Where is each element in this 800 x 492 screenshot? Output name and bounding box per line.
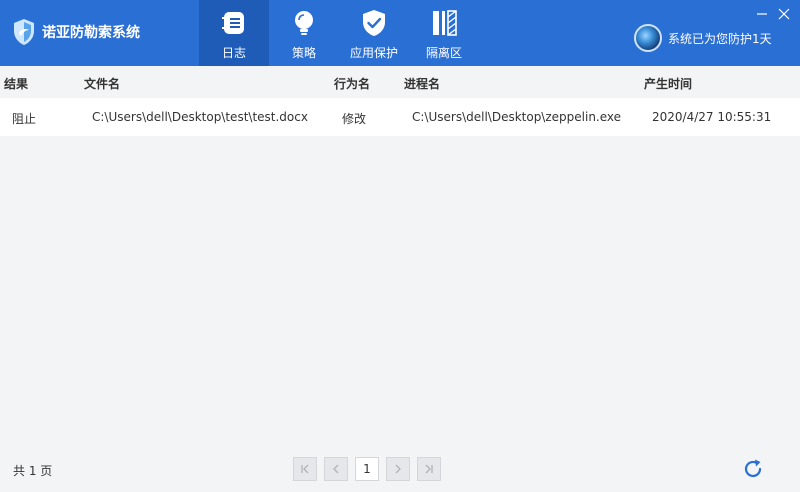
app-title: 诺亚防勒索系统	[42, 25, 140, 41]
next-page-button[interactable]	[386, 457, 410, 481]
nav-item-log[interactable]: 日志	[199, 0, 269, 66]
minimize-icon[interactable]	[756, 8, 768, 20]
cell-result: 阻止	[12, 112, 37, 126]
last-page-button[interactable]	[417, 457, 441, 481]
lightbulb-icon	[295, 11, 313, 35]
protection-status: 系统已为您防护1天	[634, 24, 772, 52]
main-nav: 日志 策略 应用保护 隔离区	[199, 0, 479, 66]
cell-action: 修改	[342, 112, 367, 126]
column-header-process[interactable]: 进程名	[404, 75, 440, 92]
pagination: 1	[293, 457, 441, 481]
column-header-result[interactable]: 结果	[4, 75, 28, 92]
window-controls	[756, 8, 790, 20]
nav-label-policy: 策略	[291, 46, 316, 60]
nav-label-app-protect: 应用保护	[349, 46, 398, 60]
nav-item-app-protect[interactable]: 应用保护	[339, 0, 409, 66]
nav-label-log: 日志	[221, 46, 246, 60]
nav-item-quarantine[interactable]: 隔离区	[409, 0, 479, 66]
avatar[interactable]	[634, 24, 662, 52]
page-count: 共 1 页	[13, 464, 53, 478]
title-bar: 诺亚防勒索系统 日志 策略 应用保护 隔离区 系统已为您防护1天	[0, 0, 800, 66]
nav-item-policy[interactable]: 策略	[269, 0, 339, 66]
nav-label-quarantine: 隔离区	[425, 46, 462, 60]
column-header-time[interactable]: 产生时间	[644, 75, 692, 92]
cell-time: 2020/4/27 10:55:31	[652, 110, 772, 124]
last-page-icon	[425, 464, 433, 474]
quarantine-icon	[433, 10, 457, 36]
table-row[interactable]: 阻止 C:\Users\dell\Desktop\test\test.docx …	[0, 98, 800, 136]
cell-file: C:\Users\dell\Desktop\test\test.docx	[92, 110, 308, 124]
column-header-file[interactable]: 文件名	[84, 75, 120, 92]
first-page-icon	[301, 464, 309, 474]
shield-logo-icon	[14, 19, 34, 45]
page-number-button[interactable]: 1	[355, 457, 379, 481]
status-text: 系统已为您防护1天	[668, 31, 772, 46]
column-header-action[interactable]: 行为名	[334, 75, 370, 92]
prev-page-button[interactable]	[324, 457, 348, 481]
close-icon[interactable]	[778, 8, 790, 20]
cell-process: C:\Users\dell\Desktop\zeppelin.exe	[412, 110, 622, 124]
table-header: 结果 文件名 行为名 进程名 产生时间	[0, 66, 800, 98]
brand: 诺亚防勒索系统	[12, 18, 140, 46]
chevron-right-icon	[395, 464, 401, 474]
shield-check-icon	[363, 10, 385, 36]
first-page-button[interactable]	[293, 457, 317, 481]
refresh-icon[interactable]	[742, 458, 764, 480]
log-icon	[222, 12, 244, 34]
chevron-left-icon	[333, 464, 339, 474]
